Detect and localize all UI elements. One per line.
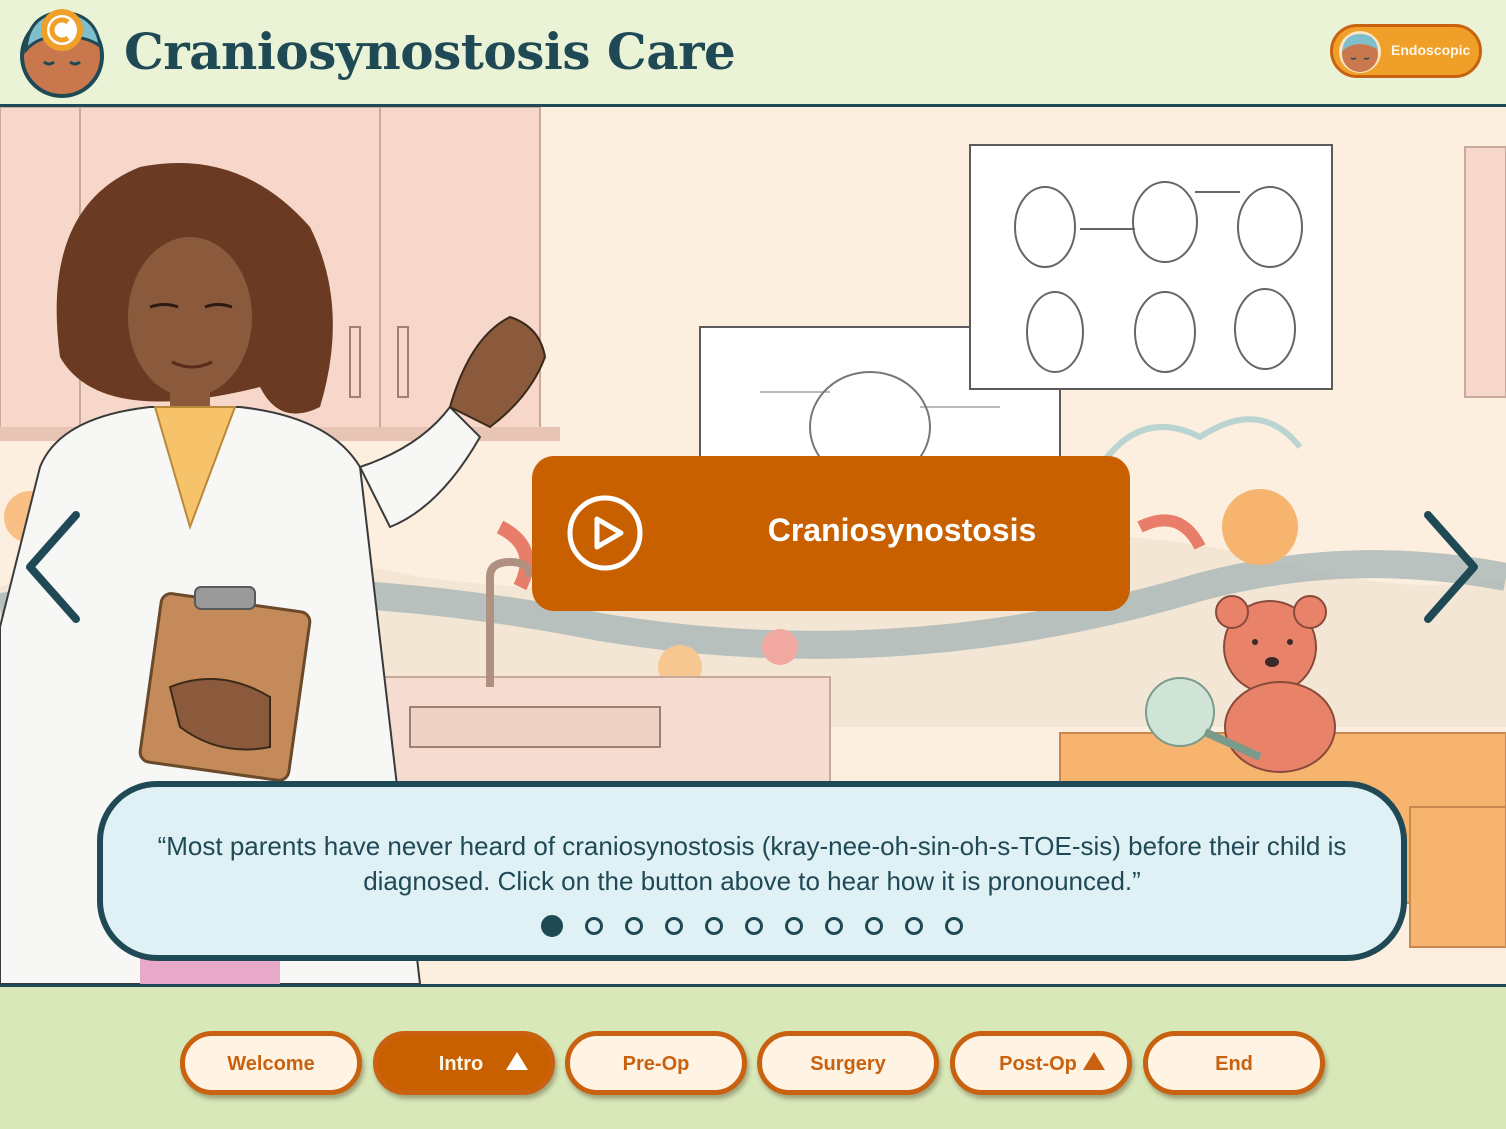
- page-dot[interactable]: [905, 917, 923, 935]
- endoscopic-label: Endoscopic: [1391, 42, 1471, 58]
- nav-label: Welcome: [227, 1053, 315, 1075]
- baby-head-logo-icon: [20, 9, 104, 98]
- page-dot[interactable]: [541, 915, 563, 937]
- nav-postop-button[interactable]: Post-Op: [950, 1031, 1132, 1095]
- audio-label: Craniosynostosis: [767, 512, 1037, 548]
- nav-label: Pre-Op: [622, 1053, 690, 1075]
- scene-illustration: Craniosynostosis “Most parents have neve…: [0, 107, 1506, 984]
- baby-avatar-icon: [1339, 31, 1381, 73]
- page-dot[interactable]: [665, 917, 683, 935]
- caret-up-icon: [506, 1052, 528, 1070]
- speech-bubble: “Most parents have never heard of cranio…: [97, 781, 1407, 961]
- app-header: Craniosynostosis Care Endoscopic: [0, 0, 1506, 107]
- app-title: Craniosynostosis Care: [124, 22, 736, 81]
- nav-label: Surgery: [810, 1053, 886, 1075]
- page-dot[interactable]: [705, 917, 723, 935]
- page-dot[interactable]: [945, 917, 963, 935]
- section-nav: Welcome Intro Pre-Op Surgery Post-Op End: [0, 984, 1506, 1129]
- chevron-left-icon[interactable]: [20, 507, 84, 627]
- nav-label: End: [1215, 1053, 1253, 1075]
- nav-surgery-button[interactable]: Surgery: [757, 1031, 939, 1095]
- page-dot[interactable]: [585, 917, 603, 935]
- nav-preop-button[interactable]: Pre-Op: [565, 1031, 747, 1095]
- page-dot[interactable]: [625, 917, 643, 935]
- page-dot[interactable]: [825, 917, 843, 935]
- nav-end-button[interactable]: End: [1143, 1031, 1325, 1095]
- play-circle-icon: [567, 495, 643, 571]
- page-dot[interactable]: [865, 917, 883, 935]
- endoscopic-mode-toggle[interactable]: Endoscopic: [1330, 24, 1482, 78]
- page-dot[interactable]: [785, 917, 803, 935]
- pronunciation-audio-button[interactable]: Craniosynostosis: [532, 456, 1130, 611]
- nav-intro-button[interactable]: Intro: [373, 1031, 555, 1095]
- speech-text: “Most parents have never heard of cranio…: [157, 831, 1347, 896]
- caret-up-icon: [1083, 1052, 1105, 1070]
- chevron-right-icon[interactable]: [1420, 507, 1484, 627]
- nav-welcome-button[interactable]: Welcome: [180, 1031, 362, 1095]
- page-dot[interactable]: [745, 917, 763, 935]
- pagination-dots: [103, 915, 1401, 937]
